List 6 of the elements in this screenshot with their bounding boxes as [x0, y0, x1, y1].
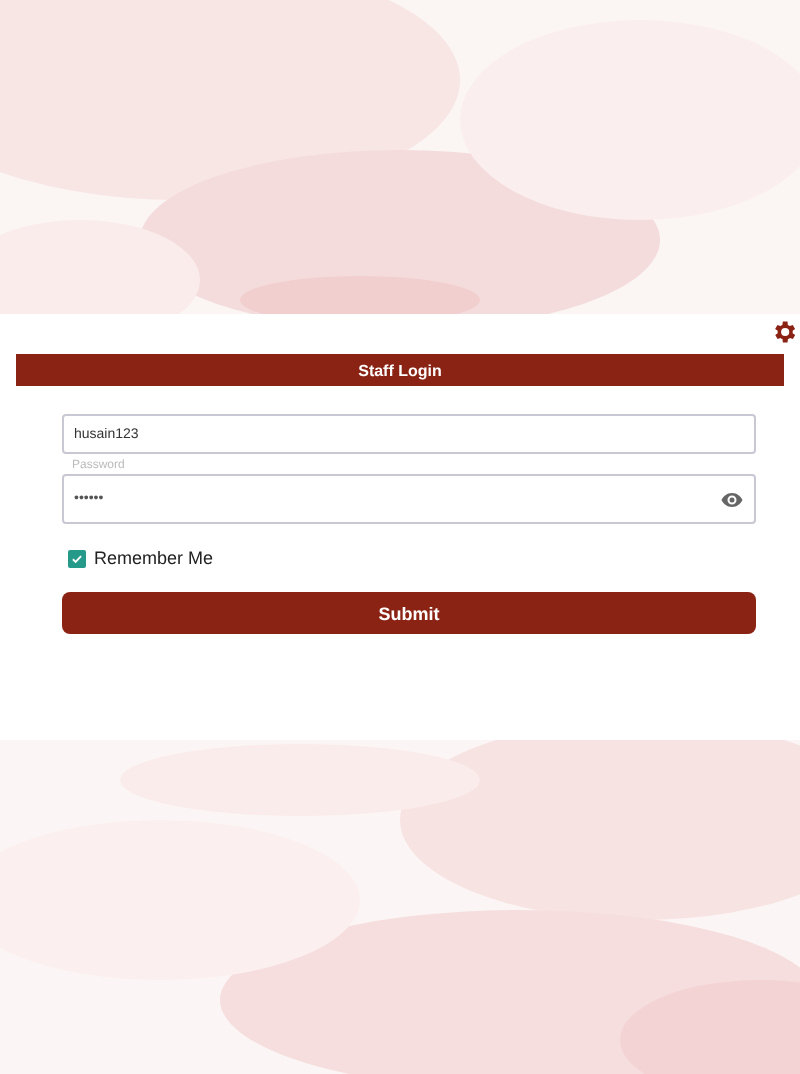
submit-button[interactable]: Submit [62, 592, 756, 634]
remember-checkbox[interactable] [68, 549, 86, 567]
settings-icon[interactable] [770, 318, 798, 346]
header-title: Staff Login [358, 361, 442, 379]
remember-label: Remember Me [94, 548, 214, 568]
eye-icon[interactable] [720, 487, 744, 511]
